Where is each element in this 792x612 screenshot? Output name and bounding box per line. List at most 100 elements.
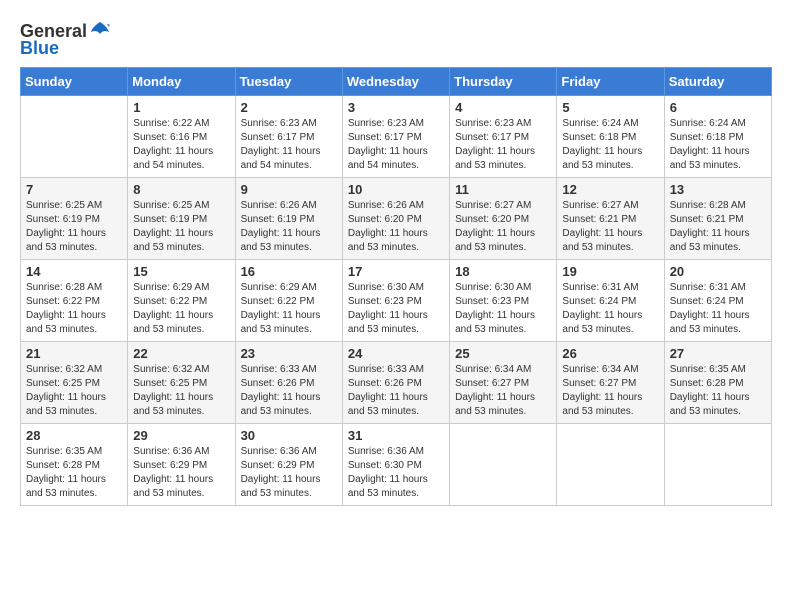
- day-info: Sunrise: 6:23 AM Sunset: 6:17 PM Dayligh…: [348, 117, 444, 173]
- day-number: 29: [133, 428, 229, 443]
- day-number: 2: [241, 100, 337, 115]
- day-number: 11: [455, 182, 551, 197]
- calendar-cell: 22 Sunrise: 6:32 AM Sunset: 6:25 PM Dayli…: [128, 342, 235, 424]
- day-info: Sunrise: 6:34 AM Sunset: 6:27 PM Dayligh…: [562, 363, 658, 419]
- calendar-cell: 17 Sunrise: 6:30 AM Sunset: 6:23 PM Dayli…: [342, 260, 449, 342]
- calendar-table: SundayMondayTuesdayWednesdayThursdayFrid…: [20, 67, 772, 506]
- calendar-cell: 13Sunrise: 6:28 AM Sunset: 6:21 PM Dayli…: [664, 178, 771, 260]
- calendar-cell: 14 Sunrise: 6:28 AM Sunset: 6:22 PM Dayli…: [21, 260, 128, 342]
- day-info: Sunrise: 6:23 AM Sunset: 6:17 PM Dayligh…: [455, 117, 551, 173]
- calendar-cell: 25 Sunrise: 6:34 AM Sunset: 6:27 PM Dayli…: [450, 342, 557, 424]
- calendar-cell: 4 Sunrise: 6:23 AM Sunset: 6:17 PM Daylig…: [450, 96, 557, 178]
- calendar-cell: 26 Sunrise: 6:34 AM Sunset: 6:27 PM Dayli…: [557, 342, 664, 424]
- day-info: Sunrise: 6:24 AM Sunset: 6:18 PM Dayligh…: [562, 117, 658, 173]
- calendar-week-row: 21 Sunrise: 6:32 AM Sunset: 6:25 PM Dayli…: [21, 342, 772, 424]
- calendar-cell: 7 Sunrise: 6:25 AM Sunset: 6:19 PM Daylig…: [21, 178, 128, 260]
- day-info: Sunrise: 6:35 AM Sunset: 6:28 PM Dayligh…: [26, 445, 122, 501]
- calendar-cell: 8Sunrise: 6:25 AM Sunset: 6:19 PM Daylig…: [128, 178, 235, 260]
- day-info: Sunrise: 6:36 AM Sunset: 6:30 PM Dayligh…: [348, 445, 444, 501]
- calendar-cell: 30 Sunrise: 6:36 AM Sunset: 6:29 PM Dayli…: [235, 424, 342, 506]
- calendar-cell: 18 Sunrise: 6:30 AM Sunset: 6:23 PM Dayli…: [450, 260, 557, 342]
- day-number: 15: [133, 264, 229, 279]
- calendar-cell: 3 Sunrise: 6:23 AM Sunset: 6:17 PM Daylig…: [342, 96, 449, 178]
- calendar-cell: 16 Sunrise: 6:29 AM Sunset: 6:22 PM Dayli…: [235, 260, 342, 342]
- calendar-day-header: Sunday: [21, 68, 128, 96]
- day-number: 10: [348, 182, 444, 197]
- day-info: Sunrise: 6:26 AM Sunset: 6:20 PM Dayligh…: [348, 199, 444, 255]
- day-info: Sunrise: 6:30 AM Sunset: 6:23 PM Dayligh…: [348, 281, 444, 337]
- calendar-cell: 11 Sunrise: 6:27 AM Sunset: 6:20 PM Dayli…: [450, 178, 557, 260]
- calendar-cell: [21, 96, 128, 178]
- calendar-week-row: 28 Sunrise: 6:35 AM Sunset: 6:28 PM Dayli…: [21, 424, 772, 506]
- day-info: Sunrise: 6:27 AM Sunset: 6:20 PM Dayligh…: [455, 199, 551, 255]
- logo-bird-icon: [89, 20, 111, 42]
- day-number: 20: [670, 264, 766, 279]
- day-number: 4: [455, 100, 551, 115]
- calendar-cell: 9Sunrise: 6:26 AM Sunset: 6:19 PM Daylig…: [235, 178, 342, 260]
- day-info: Sunrise: 6:22 AM Sunset: 6:16 PM Dayligh…: [133, 117, 229, 173]
- day-info: Sunrise: 6:32 AM Sunset: 6:25 PM Dayligh…: [133, 363, 229, 419]
- day-info: Sunrise: 6:35 AM Sunset: 6:28 PM Dayligh…: [670, 363, 766, 419]
- page-header: General Blue: [20, 20, 772, 59]
- day-number: 1: [133, 100, 229, 115]
- day-number: 22: [133, 346, 229, 361]
- logo-blue-text: Blue: [20, 38, 59, 59]
- calendar-cell: 29 Sunrise: 6:36 AM Sunset: 6:29 PM Dayli…: [128, 424, 235, 506]
- calendar-cell: 28 Sunrise: 6:35 AM Sunset: 6:28 PM Dayli…: [21, 424, 128, 506]
- day-number: 27: [670, 346, 766, 361]
- logo: General Blue: [20, 20, 111, 59]
- calendar-cell: 1 Sunrise: 6:22 AM Sunset: 6:16 PM Daylig…: [128, 96, 235, 178]
- calendar-day-header: Saturday: [664, 68, 771, 96]
- day-number: 31: [348, 428, 444, 443]
- day-info: Sunrise: 6:23 AM Sunset: 6:17 PM Dayligh…: [241, 117, 337, 173]
- day-number: 13: [670, 182, 766, 197]
- day-info: Sunrise: 6:33 AM Sunset: 6:26 PM Dayligh…: [348, 363, 444, 419]
- calendar-cell: 12Sunrise: 6:27 AM Sunset: 6:21 PM Dayli…: [557, 178, 664, 260]
- day-number: 7: [26, 182, 122, 197]
- day-number: 5: [562, 100, 658, 115]
- calendar-day-header: Friday: [557, 68, 664, 96]
- calendar-day-header: Tuesday: [235, 68, 342, 96]
- calendar-header-row: SundayMondayTuesdayWednesdayThursdayFrid…: [21, 68, 772, 96]
- day-number: 26: [562, 346, 658, 361]
- day-info: Sunrise: 6:29 AM Sunset: 6:22 PM Dayligh…: [133, 281, 229, 337]
- day-number: 21: [26, 346, 122, 361]
- day-info: Sunrise: 6:34 AM Sunset: 6:27 PM Dayligh…: [455, 363, 551, 419]
- day-info: Sunrise: 6:36 AM Sunset: 6:29 PM Dayligh…: [241, 445, 337, 501]
- day-info: Sunrise: 6:33 AM Sunset: 6:26 PM Dayligh…: [241, 363, 337, 419]
- day-number: 28: [26, 428, 122, 443]
- day-number: 3: [348, 100, 444, 115]
- calendar-cell: 31 Sunrise: 6:36 AM Sunset: 6:30 PM Dayli…: [342, 424, 449, 506]
- day-number: 25: [455, 346, 551, 361]
- day-number: 18: [455, 264, 551, 279]
- day-info: Sunrise: 6:30 AM Sunset: 6:23 PM Dayligh…: [455, 281, 551, 337]
- calendar-cell: [557, 424, 664, 506]
- day-number: 8: [133, 182, 229, 197]
- day-number: 24: [348, 346, 444, 361]
- calendar-cell: 27 Sunrise: 6:35 AM Sunset: 6:28 PM Dayli…: [664, 342, 771, 424]
- calendar-week-row: 7 Sunrise: 6:25 AM Sunset: 6:19 PM Daylig…: [21, 178, 772, 260]
- calendar-cell: 6Sunrise: 6:24 AM Sunset: 6:18 PM Daylig…: [664, 96, 771, 178]
- day-info: Sunrise: 6:28 AM Sunset: 6:22 PM Dayligh…: [26, 281, 122, 337]
- calendar-week-row: 1 Sunrise: 6:22 AM Sunset: 6:16 PM Daylig…: [21, 96, 772, 178]
- calendar-day-header: Monday: [128, 68, 235, 96]
- day-info: Sunrise: 6:29 AM Sunset: 6:22 PM Dayligh…: [241, 281, 337, 337]
- calendar-day-header: Thursday: [450, 68, 557, 96]
- day-number: 14: [26, 264, 122, 279]
- day-info: Sunrise: 6:31 AM Sunset: 6:24 PM Dayligh…: [562, 281, 658, 337]
- day-info: Sunrise: 6:36 AM Sunset: 6:29 PM Dayligh…: [133, 445, 229, 501]
- calendar-cell: 5 Sunrise: 6:24 AM Sunset: 6:18 PM Daylig…: [557, 96, 664, 178]
- day-info: Sunrise: 6:27 AM Sunset: 6:21 PM Dayligh…: [562, 199, 658, 255]
- calendar-cell: 21 Sunrise: 6:32 AM Sunset: 6:25 PM Dayli…: [21, 342, 128, 424]
- day-info: Sunrise: 6:25 AM Sunset: 6:19 PM Dayligh…: [26, 199, 122, 255]
- day-number: 16: [241, 264, 337, 279]
- day-info: Sunrise: 6:24 AM Sunset: 6:18 PM Dayligh…: [670, 117, 766, 173]
- day-number: 30: [241, 428, 337, 443]
- day-info: Sunrise: 6:32 AM Sunset: 6:25 PM Dayligh…: [26, 363, 122, 419]
- calendar-cell: 15 Sunrise: 6:29 AM Sunset: 6:22 PM Dayli…: [128, 260, 235, 342]
- day-info: Sunrise: 6:26 AM Sunset: 6:19 PM Dayligh…: [241, 199, 337, 255]
- calendar-week-row: 14 Sunrise: 6:28 AM Sunset: 6:22 PM Dayli…: [21, 260, 772, 342]
- day-number: 23: [241, 346, 337, 361]
- calendar-cell: 19Sunrise: 6:31 AM Sunset: 6:24 PM Dayli…: [557, 260, 664, 342]
- day-number: 17: [348, 264, 444, 279]
